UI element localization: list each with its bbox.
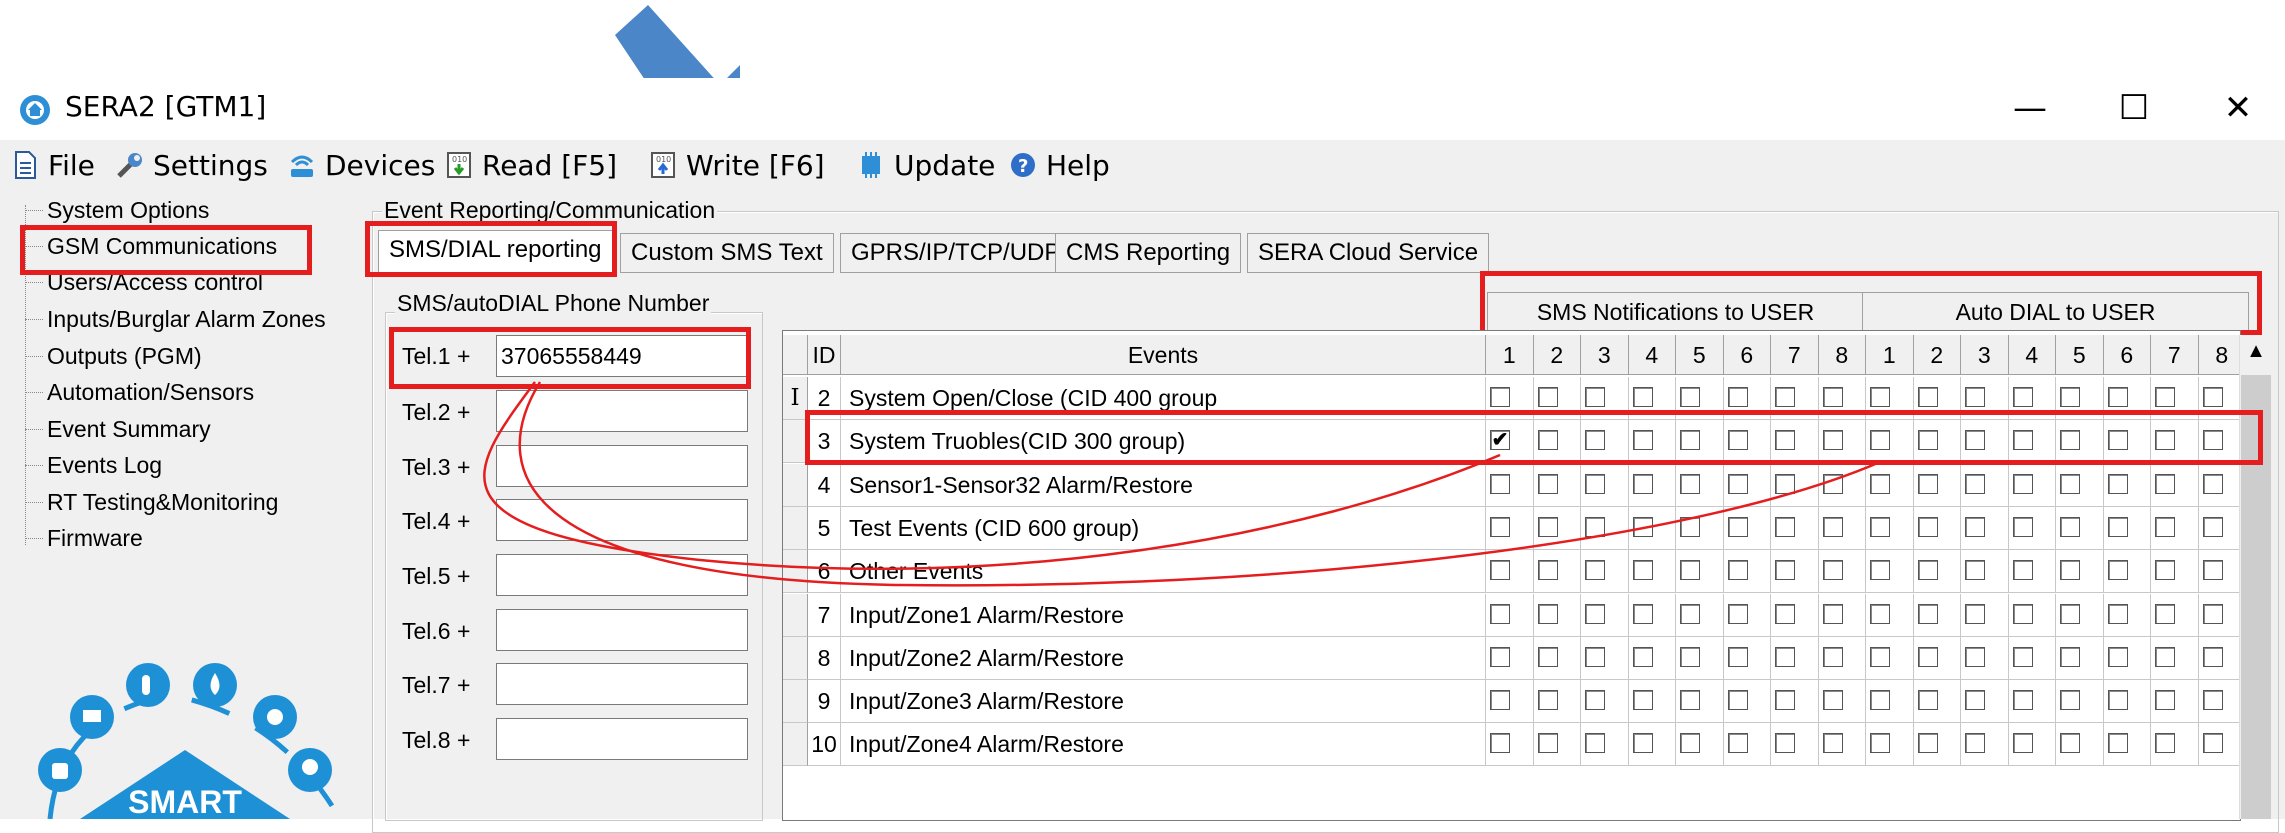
annotation-curves <box>483 381 1881 587</box>
